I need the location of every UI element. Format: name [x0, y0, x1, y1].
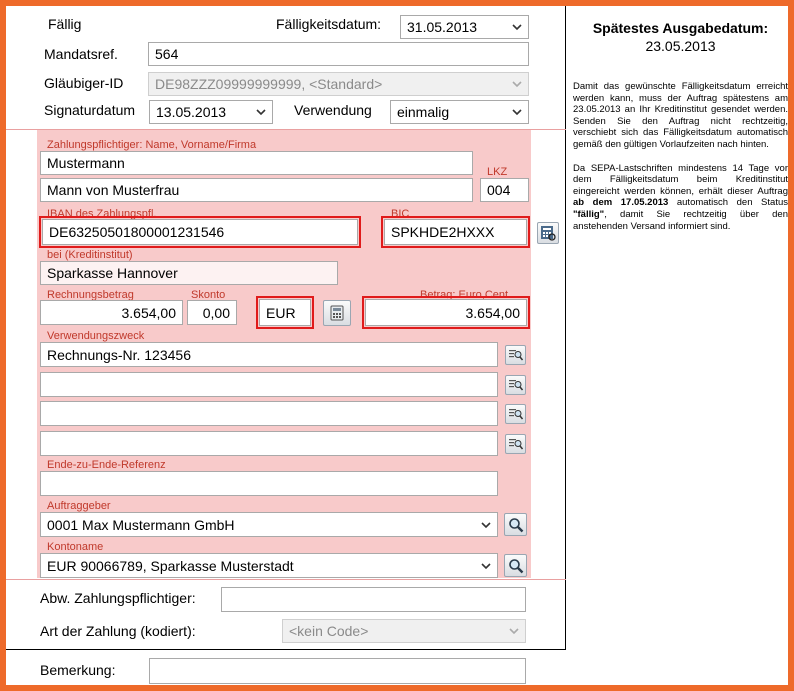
- search-icon: [508, 558, 523, 573]
- info-text: , damit Sie rechtzeitig über den anstehe…: [573, 208, 788, 232]
- chevron-down-icon: [512, 109, 522, 116]
- info-panel: Spätestes Ausgabedatum: 23.05.2013 Damit…: [573, 20, 788, 232]
- chevron-down-icon: [512, 24, 522, 31]
- glaeubiger-label: Gläubiger-ID: [44, 75, 124, 91]
- betrag-input[interactable]: 3.654,00: [365, 299, 527, 326]
- kontoname-search-button[interactable]: [504, 554, 527, 577]
- verwendungszweck-line4-input[interactable]: [40, 431, 498, 456]
- lkz-label: LKZ: [487, 166, 508, 178]
- glaeubiger-select[interactable]: DE98ZZZ09999999999, <Standard>: [148, 72, 529, 96]
- signaturdatum-label: Signaturdatum: [44, 102, 136, 118]
- art-select[interactable]: <kein Code>: [282, 619, 526, 643]
- payer-name-line1-input[interactable]: Mustermann: [40, 151, 473, 175]
- lookup-icon: [508, 439, 523, 450]
- chevron-down-icon: [512, 81, 522, 88]
- abw-input[interactable]: [221, 587, 526, 612]
- lookup-button-2[interactable]: [505, 375, 526, 395]
- payer-name-label: Zahlungspflichtiger: Name, Vorname/Firma: [47, 139, 257, 151]
- kontoname-select[interactable]: EUR 90066789, Sparkasse Musterstadt: [40, 553, 498, 578]
- mandatsref-label: Mandatsref.: [44, 46, 118, 62]
- lookup-icon: [508, 350, 523, 361]
- faelligkeitsdatum-select[interactable]: 31.05.2013: [400, 15, 529, 39]
- signaturdatum-select[interactable]: 13.05.2013: [149, 100, 273, 124]
- auftraggeber-search-button[interactable]: [504, 513, 527, 536]
- divider: [6, 579, 566, 580]
- lookup-icon: [508, 409, 523, 420]
- faellig-label: Fällig: [48, 16, 82, 32]
- e2e-label: Ende-zu-Ende-Referenz: [47, 459, 166, 471]
- auftraggeber-value: 0001 Max Mustermann GmbH: [47, 516, 235, 533]
- bic-input[interactable]: SPKHDE2HXXX: [384, 219, 527, 245]
- auftraggeber-label: Auftraggeber: [47, 500, 111, 512]
- lkz-input[interactable]: 004: [480, 178, 529, 202]
- art-value: <kein Code>: [289, 623, 369, 639]
- info-date: 23.05.2013: [645, 38, 716, 54]
- verwendungszweck-line2-input[interactable]: [40, 372, 498, 397]
- abw-label: Abw. Zahlungspflichtiger:: [40, 590, 196, 606]
- calculator-button[interactable]: [323, 300, 351, 326]
- kontoname-value: EUR 90066789, Sparkasse Musterstadt: [47, 557, 294, 574]
- chevron-down-icon: [481, 562, 491, 569]
- info-title: Spätestes Ausgabedatum:: [592, 20, 769, 36]
- art-label: Art der Zahlung (kodiert):: [40, 623, 196, 639]
- verwendung-label: Verwendung: [294, 102, 372, 118]
- bank-label: bei (Kreditinstitut): [47, 249, 133, 261]
- bank-lookup-icon: [541, 226, 556, 241]
- chevron-down-icon: [481, 521, 491, 528]
- info-text: Da SEPA-Lastschriften mindestens 14 Tage…: [573, 162, 788, 197]
- search-icon: [508, 517, 523, 532]
- info-text: automatisch den Status: [668, 197, 788, 209]
- faelligkeitsdatum-value: 31.05.2013: [407, 19, 478, 35]
- verwendungszweck-line1-input[interactable]: Rechnungs-Nr. 123456: [40, 342, 498, 367]
- lookup-button-1[interactable]: [505, 345, 526, 365]
- verwendungszweck-label: Verwendungszweck: [47, 330, 145, 342]
- verwendungszweck-line3-input[interactable]: [40, 401, 498, 426]
- signaturdatum-value: 13.05.2013: [156, 104, 227, 120]
- verwendung-select[interactable]: einmalig: [390, 100, 529, 124]
- verwendung-value: einmalig: [397, 104, 450, 120]
- e2e-input[interactable]: [40, 471, 498, 496]
- auftraggeber-select[interactable]: 0001 Max Mustermann GmbH: [40, 512, 498, 537]
- currency-input[interactable]: EUR: [259, 299, 311, 326]
- skonto-input[interactable]: 0,00: [187, 300, 237, 325]
- iban-input[interactable]: DE63250501800001231546: [42, 219, 358, 245]
- kontoname-label: Kontoname: [47, 541, 104, 553]
- bank-lookup-button[interactable]: [537, 222, 559, 244]
- chevron-down-icon: [256, 109, 266, 116]
- info-paragraph-1: Damit das gewünschte Fälligkeitsdatum er…: [573, 81, 788, 150]
- calculator-icon: [330, 305, 344, 321]
- info-paragraph-2: Da SEPA-Lastschriften mindestens 14 Tage…: [573, 163, 788, 233]
- info-bold-date: ab dem 17.05.2013: [573, 197, 669, 209]
- bemerkung-label: Bemerkung:: [40, 662, 116, 678]
- chevron-down-icon: [509, 628, 519, 635]
- bemerkung-input[interactable]: [149, 658, 526, 684]
- lookup-button-4[interactable]: [505, 434, 526, 454]
- rechnungsbetrag-input[interactable]: 3.654,00: [40, 300, 183, 325]
- payer-name-line2-input[interactable]: Mann von Musterfrau: [40, 178, 473, 202]
- glaeubiger-value: DE98ZZZ09999999999, <Standard>: [155, 76, 383, 92]
- bank-input[interactable]: Sparkasse Hannover: [40, 261, 338, 285]
- lookup-button-3[interactable]: [505, 404, 526, 424]
- info-bold-status: "fällig": [573, 208, 605, 220]
- lookup-icon: [508, 380, 523, 391]
- mandatsref-input[interactable]: 564: [148, 42, 529, 66]
- faelligkeitsdatum-label: Fälligkeitsdatum:: [276, 16, 382, 32]
